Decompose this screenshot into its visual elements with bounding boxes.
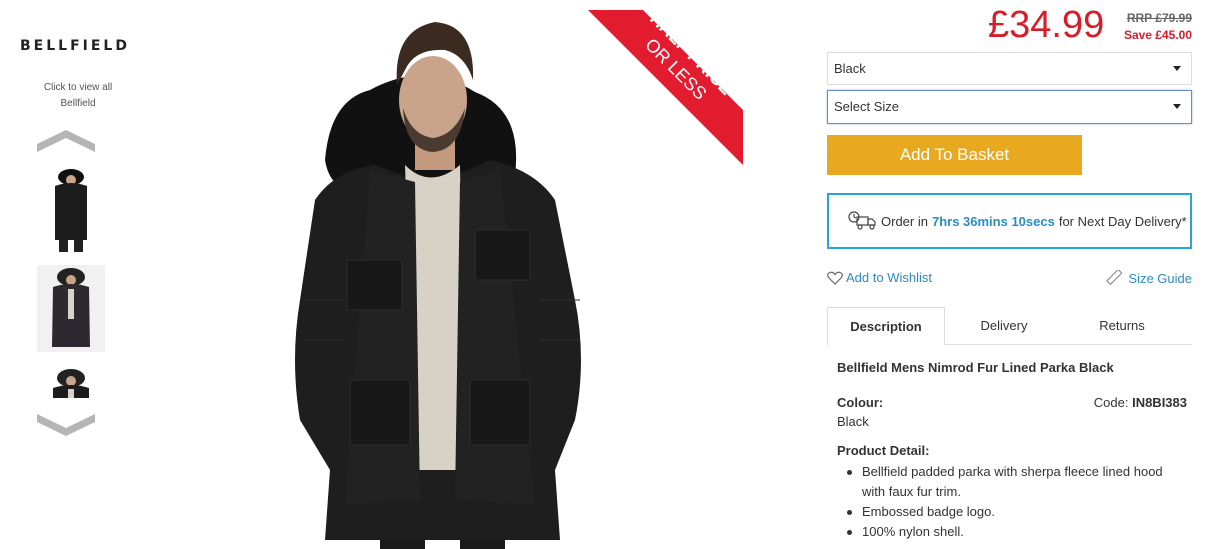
delivery-suffix: for Next Day Delivery*	[1058, 213, 1187, 229]
info-tabs: Description Delivery Returns	[827, 307, 1192, 346]
colour-select-value: Black	[834, 61, 866, 76]
heart-icon	[827, 271, 843, 285]
rrp-price: RRP £79.99	[1126, 11, 1192, 25]
size-guide-link[interactable]: Size Guide	[1106, 270, 1192, 286]
colour-label: Colour:	[837, 395, 884, 410]
list-item: 100% nylon shell.	[837, 522, 1187, 542]
half-price-sash: HALF PRICE OR LESS	[588, 10, 743, 165]
size-guide-label: Size Guide	[1128, 270, 1192, 286]
wishlist-label: Add to Wishlist	[846, 270, 932, 285]
size-select[interactable]: Select Size	[827, 90, 1192, 124]
product-title: Bellfield Mens Nimrod Fur Lined Parka Bl…	[837, 360, 1114, 375]
product-detail-list: Bellfield padded parka with sherpa fleec…	[837, 462, 1187, 542]
view-all-brand-link[interactable]: Click to view all Bellfield	[28, 80, 128, 112]
add-to-basket-button[interactable]: Add To Basket	[827, 135, 1082, 175]
tab-description[interactable]: Description	[827, 307, 945, 346]
product-code: IN8BI383	[1132, 395, 1187, 410]
gallery-up-arrow-icon[interactable]	[37, 130, 95, 152]
gallery-down-arrow-icon[interactable]	[37, 414, 95, 436]
gallery-thumbnail-detail[interactable]	[37, 366, 105, 398]
brand-logo[interactable]: BELLFIELD	[20, 38, 130, 54]
save-amount: Save £45.00	[1123, 28, 1192, 42]
tab-returns[interactable]: Returns	[1063, 307, 1181, 345]
gallery-thumbnail-front[interactable]	[37, 168, 105, 252]
colour-select[interactable]: Black	[827, 52, 1192, 85]
tab-delivery[interactable]: Delivery	[945, 307, 1063, 345]
delivery-countdown-box: Order in 7hrs 36mins 10secs for Next Day…	[827, 193, 1192, 249]
dropdown-caret-icon	[1173, 104, 1181, 109]
add-to-wishlist-link[interactable]: Add to Wishlist	[827, 270, 932, 285]
code-label: Code:	[1093, 395, 1129, 410]
price: £34.99	[988, 4, 1105, 46]
ruler-icon	[1106, 270, 1123, 286]
list-item: Embossed badge logo.	[837, 502, 1187, 522]
dropdown-caret-icon	[1173, 66, 1181, 71]
description-panel: Bellfield Mens Nimrod Fur Lined Parka Bl…	[837, 360, 1187, 542]
gallery-thumbnail-studio[interactable]	[37, 265, 105, 352]
colour-value: Black	[837, 414, 869, 429]
delivery-countdown: 7hrs 36mins 10secs	[931, 213, 1055, 229]
product-detail-heading: Product Detail:	[837, 443, 930, 458]
list-item: Bellfield padded parka with sherpa fleec…	[837, 462, 1187, 502]
size-select-value: Select Size	[834, 99, 900, 114]
delivery-truck-icon	[848, 211, 876, 230]
delivery-prefix: Order in	[881, 213, 928, 229]
